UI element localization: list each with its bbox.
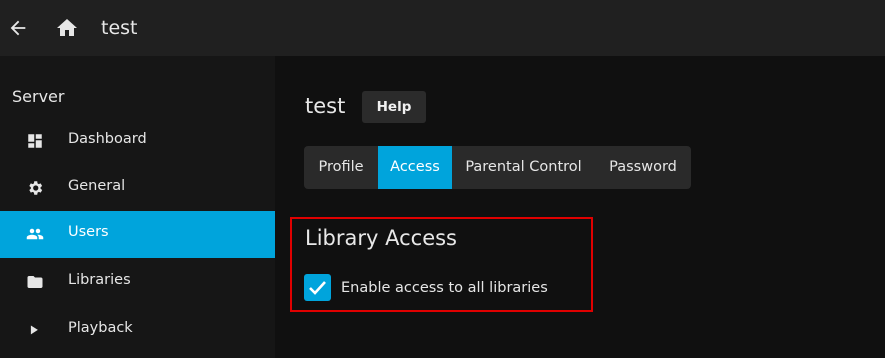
- user-tabs: Profile Access Parental Control Password: [304, 146, 691, 189]
- enable-all-libraries-checkbox[interactable]: [304, 274, 331, 301]
- sidebar-item-playback[interactable]: Playback: [0, 307, 275, 354]
- checkmark-icon: [309, 281, 326, 295]
- sidebar-section-title: Server: [12, 87, 65, 106]
- sidebar-item-label: Dashboard: [68, 131, 147, 147]
- sidebar-item-label: Playback: [68, 320, 133, 336]
- sidebar-item-general[interactable]: General: [0, 165, 275, 212]
- sidebar-item-libraries[interactable]: Libraries: [0, 259, 275, 306]
- sidebar-item-label: Libraries: [68, 272, 131, 288]
- sidebar-item-label: Users: [68, 224, 109, 240]
- dashboard-icon: [26, 132, 44, 150]
- page-title: test: [305, 94, 346, 118]
- play-icon: [26, 321, 44, 339]
- tab-access[interactable]: Access: [378, 146, 452, 189]
- home-icon[interactable]: [55, 16, 79, 40]
- enable-all-libraries-label[interactable]: Enable access to all libraries: [341, 280, 548, 296]
- back-arrow-icon[interactable]: [7, 17, 29, 39]
- sidebar-item-users[interactable]: Users: [0, 211, 275, 258]
- top-bar: test: [0, 0, 885, 56]
- people-icon: [26, 225, 44, 243]
- tab-parental-control[interactable]: Parental Control: [452, 146, 595, 189]
- gear-icon: [26, 179, 44, 197]
- header-title: test: [101, 17, 138, 39]
- folder-icon: [26, 273, 44, 291]
- tab-profile[interactable]: Profile: [304, 146, 378, 189]
- sidebar-item-dashboard[interactable]: Dashboard: [0, 118, 275, 165]
- main-content: test Help Profile Access Parental Contro…: [275, 56, 885, 358]
- tab-password[interactable]: Password: [595, 146, 691, 189]
- help-button[interactable]: Help: [362, 91, 426, 123]
- sidebar-item-label: General: [68, 178, 126, 194]
- library-access-heading: Library Access: [305, 226, 457, 250]
- sidebar: Server Dashboard General Users Libraries…: [0, 56, 275, 358]
